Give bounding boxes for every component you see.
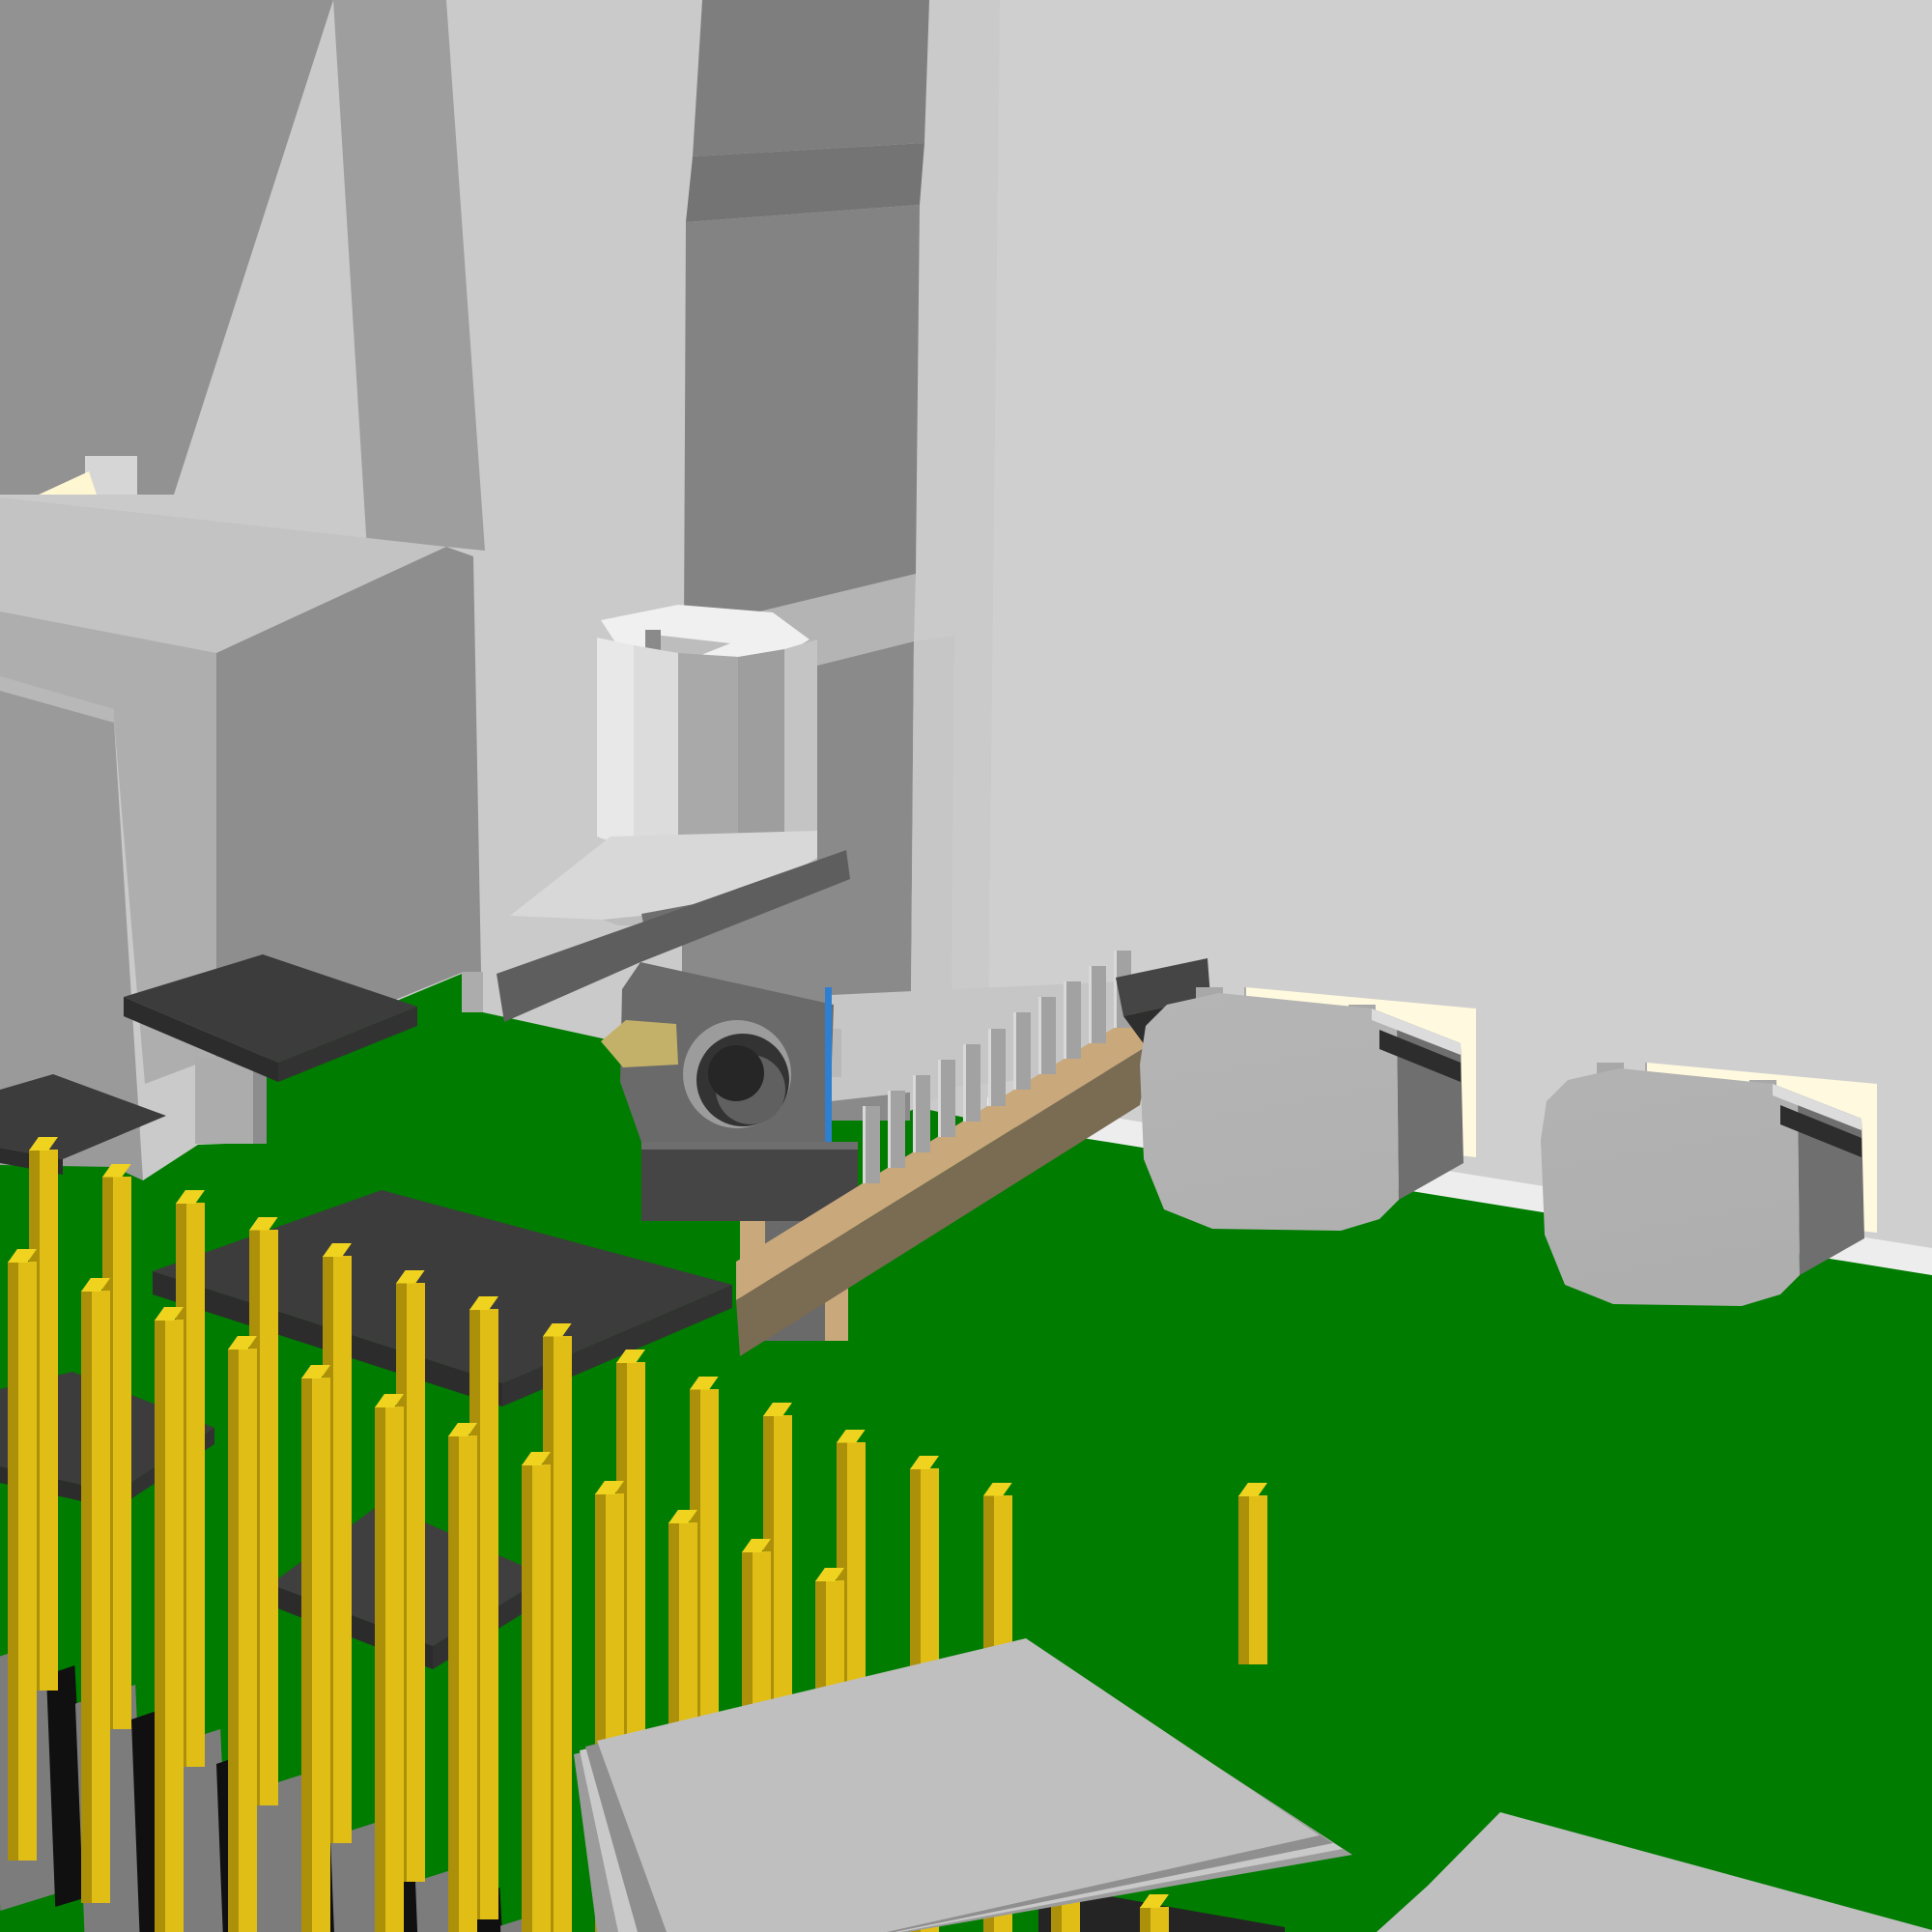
- ribbon-blue-tab: [825, 987, 832, 1161]
- ffc-contact: [863, 1106, 880, 1183]
- ffc-contact: [1013, 1012, 1031, 1090]
- pcb-3d-render: [0, 0, 1932, 1932]
- ffc-contact: [888, 1091, 905, 1168]
- port-box-leg-rear: [462, 972, 483, 1012]
- ffc-contact: [1064, 981, 1081, 1059]
- ffc-contact: [988, 1029, 1006, 1106]
- ffc-contact: [963, 1044, 980, 1122]
- gpio-pin: [375, 1406, 404, 1932]
- gpio-pin: [228, 1349, 257, 1932]
- gpio-pin: [448, 1435, 477, 1932]
- ffc-contact: [1089, 966, 1106, 1043]
- gpio-pin: [522, 1464, 551, 1932]
- gpio-pin: [1140, 1907, 1169, 1932]
- gpio-pin: [301, 1378, 330, 1932]
- gpio-pin: [8, 1262, 37, 1861]
- gpio-pin: [81, 1291, 110, 1903]
- ffc-contact: [913, 1075, 930, 1152]
- ffc-contact: [1038, 997, 1056, 1074]
- ffc-contact: [938, 1060, 955, 1137]
- gpio-pin: [1238, 1495, 1267, 1664]
- camera-mount-hole-core: [708, 1045, 764, 1101]
- gpio-pin: [155, 1320, 184, 1932]
